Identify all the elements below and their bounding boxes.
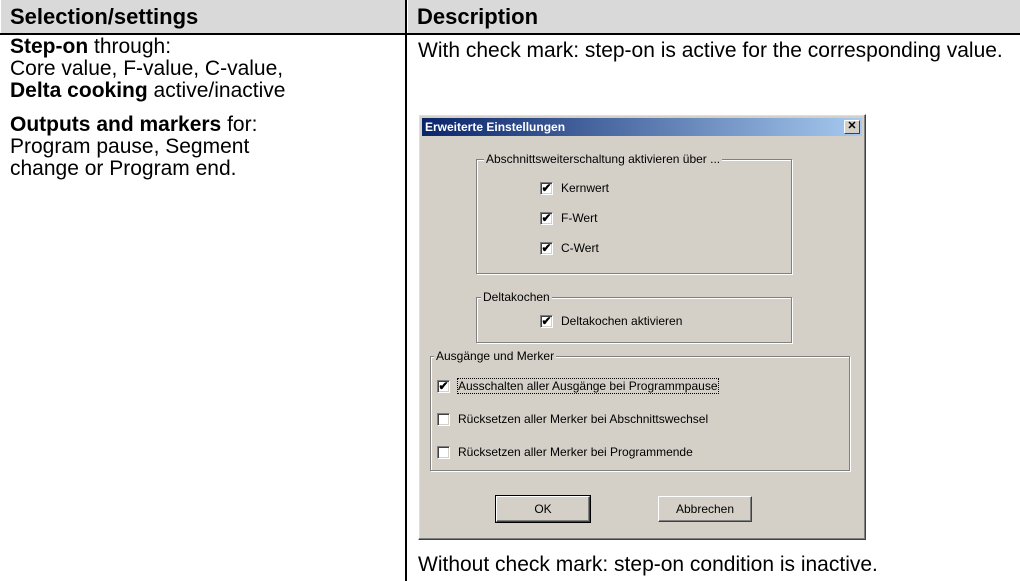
checkbox-label: Kernwert <box>561 181 610 195</box>
outputs-markers-group: Ausgänge und Merker ✔ Ausschalten aller … <box>430 349 850 471</box>
header-description: Description <box>408 0 1020 34</box>
dialog-titlebar: Erweiterte Einstellungen ✕ <box>422 118 862 136</box>
step-on-term: Step-on <box>10 35 89 58</box>
check-icon: ✔ <box>541 313 552 328</box>
outputs-markers-term: Outputs and markers <box>10 113 222 136</box>
check-icon: ✔ <box>541 180 552 195</box>
ok-button[interactable]: OK <box>495 495 591 523</box>
checkbox-label: Rücksetzen aller Merker bei Abschnittswe… <box>458 412 709 426</box>
advanced-settings-dialog: Erweiterte Einstellungen ✕ Abschnittswei… <box>418 114 866 540</box>
checkbox-kernwert[interactable]: ✔ Kernwert <box>540 181 609 195</box>
checkbox-f-wert[interactable]: ✔ F-Wert <box>540 211 597 225</box>
selection-settings-cell: Step-on through: Core value, F-value, C-… <box>10 36 402 180</box>
cancel-button[interactable]: Abbrechen <box>658 496 752 522</box>
check-icon: ✔ <box>541 240 552 255</box>
checkbox-reset-markers-segment[interactable]: Rücksetzen aller Merker bei Abschnittswe… <box>437 412 708 426</box>
checkbox-label: F-Wert <box>561 211 598 225</box>
documentation-table: Selection/settings Description Step-on t… <box>0 0 1020 581</box>
checkbox-box[interactable]: ✔ <box>437 378 450 393</box>
checkbox-label: Rücksetzen aller Merker bei Programmende <box>458 445 693 459</box>
close-icon[interactable]: ✕ <box>844 120 860 134</box>
checkbox-label: C-Wert <box>561 241 599 255</box>
checkbox-outputs-off-pause[interactable]: ✔ Ausschalten aller Ausgänge bei Program… <box>437 378 719 394</box>
outputs-markers-line2: Program pause, Segment <box>10 135 250 158</box>
delta-cooking-term: Delta cooking <box>10 79 148 102</box>
description-checked-text: With check mark: step-on is active for t… <box>418 39 1003 62</box>
description-unchecked-text: Without check mark: step-on condition is… <box>418 553 878 576</box>
checkbox-box[interactable] <box>437 445 450 459</box>
checkbox-reset-markers-end[interactable]: Rücksetzen aller Merker bei Programmende <box>437 445 693 459</box>
check-icon: ✔ <box>438 378 449 393</box>
checkbox-c-wert[interactable]: ✔ C-Wert <box>540 241 599 255</box>
checkbox-box[interactable] <box>437 412 450 426</box>
column-divider <box>405 0 407 581</box>
dialog-title: Erweiterte Einstellungen <box>425 120 566 134</box>
outputs-markers-line3: change or Program end. <box>10 157 237 180</box>
check-icon: ✔ <box>541 210 552 225</box>
header-selection-settings: Selection/settings <box>1 0 406 34</box>
outputs-markers-group-label: Ausgänge und Merker <box>434 349 557 363</box>
stepon-group: Abschnittsweiterschaltung aktivieren übe… <box>476 152 792 274</box>
checkbox-deltakochen[interactable]: ✔ Deltakochen aktivieren <box>540 314 682 328</box>
checkbox-box[interactable]: ✔ <box>540 313 553 328</box>
stepon-group-label: Abschnittsweiterschaltung aktivieren übe… <box>484 152 723 166</box>
checkbox-box[interactable]: ✔ <box>540 210 553 225</box>
checkbox-label: Ausschalten aller Ausgänge bei Programmp… <box>457 378 719 394</box>
checkbox-label: Deltakochen aktivieren <box>561 314 683 328</box>
checkbox-box[interactable]: ✔ <box>540 240 553 255</box>
step-on-values: Core value, F-value, C-value, <box>10 57 284 80</box>
deltakochen-group: Deltakochen ✔ Deltakochen aktivieren <box>476 290 792 343</box>
checkbox-box[interactable]: ✔ <box>540 180 553 195</box>
deltakochen-group-label: Deltakochen <box>481 290 552 304</box>
